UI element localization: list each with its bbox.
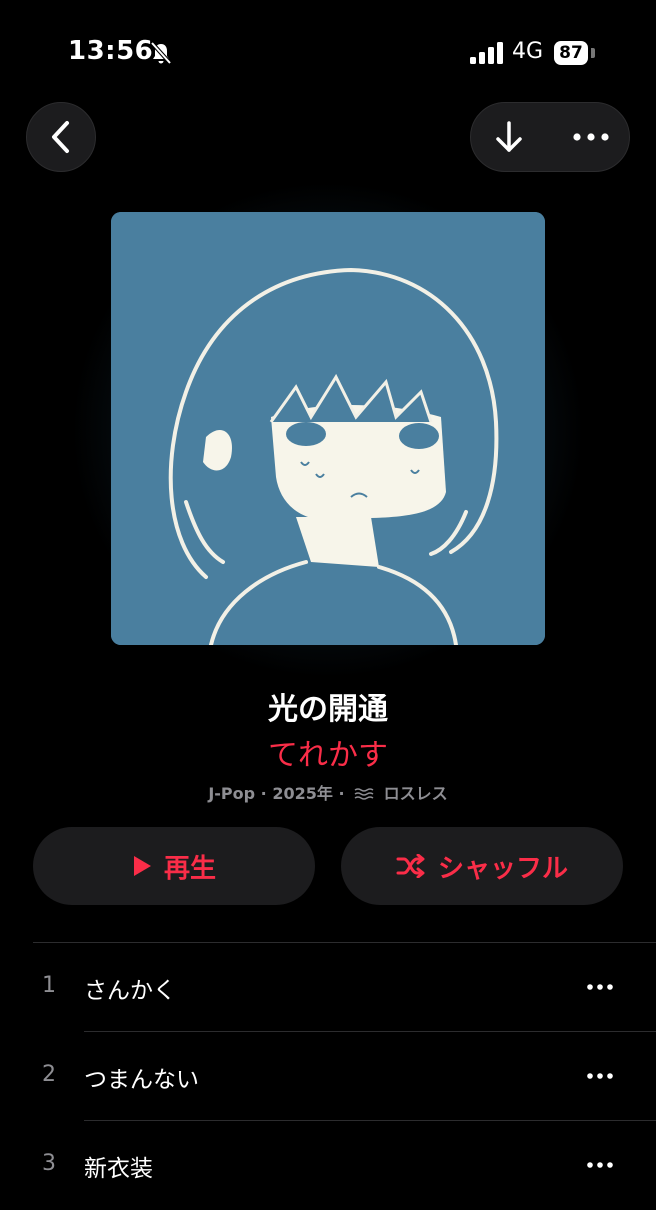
ellipsis-icon	[587, 1073, 613, 1079]
signal-icon	[470, 42, 503, 64]
shuffle-icon	[396, 854, 425, 878]
bell-slash-icon	[150, 41, 172, 65]
ellipsis-icon	[573, 133, 609, 141]
track-more-button[interactable]	[578, 973, 622, 1001]
track-title: さんかく	[84, 978, 176, 1004]
battery-tip	[591, 48, 595, 58]
track-row[interactable]: 2 つまんない	[0, 1032, 656, 1121]
track-row[interactable]: 1 さんかく	[0, 943, 656, 1032]
track-number: 1	[42, 973, 56, 998]
track-row[interactable]: 3 新衣装	[0, 1121, 656, 1210]
download-button[interactable]	[485, 113, 533, 161]
track-number: 2	[42, 1062, 56, 1087]
shuffle-button[interactable]: シャッフル	[341, 827, 623, 905]
release-year: 2025年	[272, 784, 333, 803]
album-title: 光の開通	[268, 692, 388, 727]
lossless-icon	[354, 788, 374, 800]
nav-actions-pill	[470, 102, 630, 172]
meta-separator: ·	[338, 784, 345, 803]
album-meta: J-Pop · 2025年 · ロスレス	[0, 780, 656, 804]
back-button[interactable]	[26, 102, 96, 172]
track-number: 3	[42, 1151, 56, 1176]
network-type: 4G	[512, 39, 544, 64]
artwork-illustration	[111, 212, 545, 645]
more-options-button[interactable]	[565, 113, 617, 161]
ellipsis-icon	[587, 984, 613, 990]
ellipsis-icon	[587, 1162, 613, 1168]
meta-separator: ·	[260, 784, 267, 803]
track-title: 新衣装	[84, 1156, 153, 1182]
play-icon	[133, 856, 151, 876]
download-arrow-icon	[496, 121, 522, 152]
album-artwork	[111, 212, 545, 645]
status-bar: 13:56 4G 87	[0, 0, 656, 100]
quality-label: ロスレス	[383, 784, 448, 803]
chevron-left-icon	[52, 121, 69, 153]
status-time: 13:56	[68, 36, 154, 66]
genre: J-Pop	[208, 784, 256, 803]
shuffle-label: シャッフル	[437, 853, 568, 884]
track-title: つまんない	[84, 1067, 199, 1093]
play-label: 再生	[163, 853, 216, 884]
play-button[interactable]: 再生	[33, 827, 315, 905]
battery-level: 87	[554, 41, 588, 65]
artist-name[interactable]: てれかす	[0, 730, 656, 774]
track-more-button[interactable]	[578, 1062, 622, 1090]
track-more-button[interactable]	[578, 1151, 622, 1179]
